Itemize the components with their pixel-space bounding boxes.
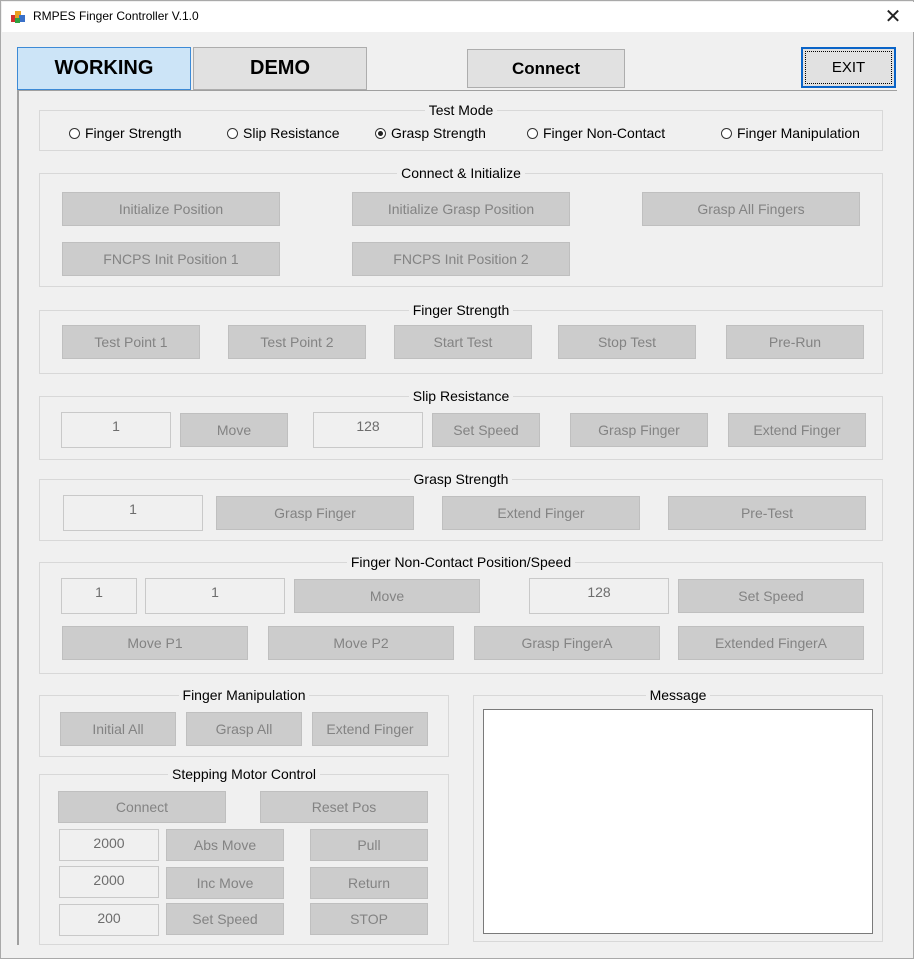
grasp-strength-title: Grasp Strength [40, 470, 882, 488]
initial-all-button[interactable]: Initial All [60, 712, 176, 746]
non-contact-input-1[interactable]: 1 [61, 578, 137, 614]
inc-move-input[interactable]: 2000 [59, 866, 159, 898]
connect-init-title: Connect & Initialize [40, 164, 882, 182]
slip-extend-finger-button[interactable]: Extend Finger [728, 413, 866, 447]
connect-init-title-text: Connect & Initialize [397, 165, 525, 181]
reset-pos-button[interactable]: Reset Pos [260, 791, 428, 823]
app-window: RMPES Finger Controller V.1.0 ✕ WORKING … [0, 0, 914, 959]
grasp-finger-a-button[interactable]: Grasp FingerA [474, 626, 660, 660]
radio-circle-icon [527, 127, 538, 139]
radio-finger-non-contact[interactable]: Finger Non-Contact [527, 125, 665, 141]
move-p2-button[interactable]: Move P2 [268, 626, 454, 660]
radio-finger-manipulation[interactable]: Finger Manipulation [721, 125, 860, 141]
return-button[interactable]: Return [310, 867, 428, 899]
radio-label: Finger Non-Contact [543, 125, 666, 141]
test-point-2-button[interactable]: Test Point 2 [228, 325, 366, 359]
non-contact-title: Finger Non-Contact Position/Speed [40, 553, 882, 571]
message-textarea[interactable] [483, 709, 873, 934]
non-contact-title-text: Finger Non-Contact Position/Speed [346, 554, 576, 570]
stop-test-button[interactable]: Stop Test [558, 325, 696, 359]
stop-button[interactable]: STOP [310, 903, 428, 935]
initialize-grasp-position-button[interactable]: Initialize Grasp Position [352, 192, 570, 226]
grasp-strength-title-text: Grasp Strength [409, 471, 513, 487]
slip-move-button[interactable]: Move [180, 413, 288, 447]
radio-circle-icon [227, 127, 238, 139]
move-p1-button[interactable]: Move P1 [62, 626, 248, 660]
inc-move-button[interactable]: Inc Move [166, 867, 284, 899]
initialize-position-button[interactable]: Initialize Position [62, 192, 280, 226]
slip-set-speed-button[interactable]: Set Speed [432, 413, 540, 447]
extended-finger-a-button[interactable]: Extended FingerA [678, 626, 864, 660]
working-button[interactable]: WORKING [17, 47, 191, 90]
slip-position-input[interactable]: 1 [61, 412, 171, 448]
pre-test-button[interactable]: Pre-Test [668, 496, 866, 530]
grasp-all-button[interactable]: Grasp All [186, 712, 302, 746]
slip-grasp-finger-button[interactable]: Grasp Finger [570, 413, 708, 447]
radio-finger-strength[interactable]: Finger Strength [69, 125, 182, 141]
radio-circle-icon [721, 127, 732, 139]
abs-move-button[interactable]: Abs Move [166, 829, 284, 861]
window-title: RMPES Finger Controller V.1.0 [33, 9, 199, 23]
non-contact-set-speed-button[interactable]: Set Speed [678, 579, 864, 613]
focus-outline [805, 51, 892, 84]
manipulation-extend-finger-button[interactable]: Extend Finger [312, 712, 428, 746]
start-test-button[interactable]: Start Test [394, 325, 532, 359]
stepping-motor-title-text: Stepping Motor Control [168, 766, 320, 782]
non-contact-speed-input[interactable]: 128 [529, 578, 669, 614]
slip-resistance-title: Slip Resistance [40, 387, 882, 405]
manipulation-title-text: Finger Manipulation [178, 687, 310, 703]
grasp-strength-input[interactable]: 1 [63, 495, 203, 531]
exit-button[interactable]: EXIT [801, 47, 896, 88]
fncps-init-position-1-button[interactable]: FNCPS Init Position 1 [62, 242, 280, 276]
app-icon [11, 11, 25, 23]
manipulation-title: Finger Manipulation [40, 686, 448, 704]
motor-speed-input[interactable]: 200 [59, 904, 159, 936]
stepping-motor-title: Stepping Motor Control [40, 765, 448, 783]
test-mode-title: Test Mode [40, 101, 882, 119]
grasp-all-fingers-button[interactable]: Grasp All Fingers [642, 192, 860, 226]
message-title-text: Message [645, 687, 711, 703]
slip-speed-input[interactable]: 128 [313, 412, 423, 448]
test-mode-title-text: Test Mode [424, 102, 498, 118]
radio-label: Grasp Strength [391, 125, 486, 141]
slip-resistance-title-text: Slip Resistance [408, 388, 514, 404]
abs-move-input[interactable]: 2000 [59, 829, 159, 861]
finger-strength-title: Finger Strength [40, 301, 882, 319]
motor-set-speed-button[interactable]: Set Speed [166, 903, 284, 935]
radio-label: Finger Strength [85, 125, 182, 141]
test-point-1-button[interactable]: Test Point 1 [62, 325, 200, 359]
non-contact-move-button[interactable]: Move [294, 579, 480, 613]
grasp-strength-extend-finger-button[interactable]: Extend Finger [442, 496, 640, 530]
non-contact-input-2[interactable]: 1 [145, 578, 285, 614]
pre-run-button[interactable]: Pre-Run [726, 325, 864, 359]
radio-grasp-strength[interactable]: Grasp Strength [375, 125, 486, 141]
pull-button[interactable]: Pull [310, 829, 428, 861]
close-icon[interactable]: ✕ [873, 2, 913, 32]
connect-button[interactable]: Connect [467, 49, 625, 88]
radio-selected-icon [375, 127, 386, 139]
radio-label: Slip Resistance [243, 125, 340, 141]
demo-button[interactable]: DEMO [193, 47, 367, 90]
fncps-init-position-2-button[interactable]: FNCPS Init Position 2 [352, 242, 570, 276]
grasp-strength-grasp-finger-button[interactable]: Grasp Finger [216, 496, 414, 530]
radio-slip-resistance[interactable]: Slip Resistance [227, 125, 340, 141]
motor-connect-button[interactable]: Connect [58, 791, 226, 823]
message-title: Message [474, 686, 882, 704]
finger-strength-title-text: Finger Strength [408, 302, 514, 318]
radio-circle-icon [69, 127, 80, 139]
radio-label: Finger Manipulation [737, 125, 860, 141]
